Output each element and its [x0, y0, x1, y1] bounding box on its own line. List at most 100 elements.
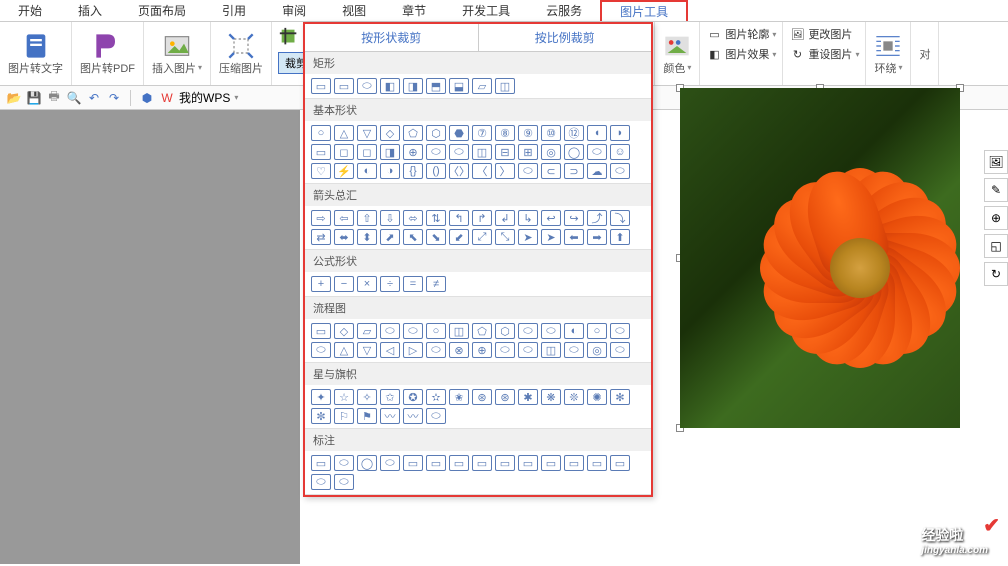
flowchart-shape-22[interactable]: ⬭: [495, 342, 515, 358]
flowchart-shape-26[interactable]: ◎: [587, 342, 607, 358]
align-group[interactable]: 对: [911, 22, 939, 85]
basic-shape-33[interactable]: (): [426, 163, 446, 179]
callouts-shape-10[interactable]: ▭: [541, 455, 561, 471]
color-group[interactable]: 颜色▾: [655, 22, 700, 85]
arrows-shape-24[interactable]: ➤: [541, 229, 561, 245]
basic-shape-15[interactable]: ◻: [334, 144, 354, 160]
stars-shape-1[interactable]: ☆: [334, 389, 354, 405]
tool-zoom-icon[interactable]: ⊕: [984, 206, 1008, 230]
basic-shape-27[interactable]: ☺: [610, 144, 630, 160]
rect-shape-6[interactable]: ⬓: [449, 78, 469, 94]
tool-pic-icon[interactable]: 🖼: [984, 150, 1008, 174]
arrows-shape-27[interactable]: ⬆: [610, 229, 630, 245]
preview-icon[interactable]: 🔍: [66, 90, 82, 106]
basic-shape-30[interactable]: ◐: [357, 163, 377, 179]
arrows-shape-2[interactable]: ⇧: [357, 210, 377, 226]
basic-shape-2[interactable]: ▽: [357, 125, 377, 141]
stars-shape-2[interactable]: ✧: [357, 389, 377, 405]
formula-shape-4[interactable]: =: [403, 276, 423, 292]
basic-shape-28[interactable]: ♡: [311, 163, 331, 179]
basic-shape-7[interactable]: ⑦: [472, 125, 492, 141]
stars-shape-5[interactable]: ✫: [426, 389, 446, 405]
flowchart-shape-27[interactable]: ⬭: [610, 342, 630, 358]
arrows-shape-23[interactable]: ➤: [518, 229, 538, 245]
open-icon[interactable]: 📂: [6, 90, 22, 106]
tool-edit-icon[interactable]: ✎: [984, 178, 1008, 202]
flowchart-shape-24[interactable]: ◫: [541, 342, 561, 358]
redo-icon[interactable]: ↷: [106, 90, 122, 106]
basic-shape-20[interactable]: ⬭: [449, 144, 469, 160]
formula-shape-3[interactable]: ÷: [380, 276, 400, 292]
tab-start[interactable]: 开始: [0, 0, 60, 21]
rect-shape-0[interactable]: ▭: [311, 78, 331, 94]
tab-view[interactable]: 视图: [324, 0, 384, 21]
basic-shape-14[interactable]: ▭: [311, 144, 331, 160]
basic-shape-19[interactable]: ⬭: [426, 144, 446, 160]
flowchart-shape-17[interactable]: ◁: [380, 342, 400, 358]
rect-shape-3[interactable]: ◧: [380, 78, 400, 94]
basic-shape-6[interactable]: ⬣: [449, 125, 469, 141]
arrows-shape-5[interactable]: ⇅: [426, 210, 446, 226]
selected-image[interactable]: [680, 88, 960, 428]
reset-pic-button[interactable]: ↻重设图片▾: [789, 46, 859, 62]
flowchart-shape-2[interactable]: ▱: [357, 323, 377, 339]
arrows-shape-8[interactable]: ↲: [495, 210, 515, 226]
stars-shape-11[interactable]: ❊: [564, 389, 584, 405]
flowchart-shape-9[interactable]: ⬭: [518, 323, 538, 339]
formula-shape-1[interactable]: −: [334, 276, 354, 292]
stars-shape-10[interactable]: ❋: [541, 389, 561, 405]
callouts-shape-6[interactable]: ▭: [449, 455, 469, 471]
arrows-shape-16[interactable]: ⬍: [357, 229, 377, 245]
tab-picture-tools[interactable]: 图片工具: [600, 0, 688, 21]
callouts-shape-14[interactable]: ⬭: [311, 474, 331, 490]
basic-shape-25[interactable]: ◯: [564, 144, 584, 160]
flowchart-shape-13[interactable]: ⬭: [610, 323, 630, 339]
arrows-shape-0[interactable]: ⇨: [311, 210, 331, 226]
arrows-shape-7[interactable]: ↱: [472, 210, 492, 226]
flowchart-shape-16[interactable]: ▽: [357, 342, 377, 358]
basic-shape-5[interactable]: ⬡: [426, 125, 446, 141]
formula-shape-0[interactable]: +: [311, 276, 331, 292]
basic-shape-29[interactable]: ⚡: [334, 163, 354, 179]
undo-icon[interactable]: ↶: [86, 90, 102, 106]
flowchart-shape-11[interactable]: ◐: [564, 323, 584, 339]
flowchart-shape-15[interactable]: △: [334, 342, 354, 358]
arrows-shape-26[interactable]: ➡: [587, 229, 607, 245]
stars-shape-18[interactable]: 〰: [403, 408, 423, 424]
callouts-shape-15[interactable]: ⬭: [334, 474, 354, 490]
stars-shape-7[interactable]: ⊛: [472, 389, 492, 405]
arrows-shape-17[interactable]: ⬈: [380, 229, 400, 245]
flowchart-shape-25[interactable]: ⬭: [564, 342, 584, 358]
flowchart-shape-21[interactable]: ⊕: [472, 342, 492, 358]
basic-shape-17[interactable]: ◨: [380, 144, 400, 160]
arrows-shape-20[interactable]: ⬋: [449, 229, 469, 245]
stars-shape-13[interactable]: ✻: [610, 389, 630, 405]
arrows-shape-3[interactable]: ⇩: [380, 210, 400, 226]
basic-shape-16[interactable]: ◻: [357, 144, 377, 160]
callouts-shape-0[interactable]: ▭: [311, 455, 331, 471]
crop-by-ratio-tab[interactable]: 按比例裁剪: [479, 24, 652, 51]
tool-rotate-icon[interactable]: ↻: [984, 262, 1008, 286]
flowchart-shape-19[interactable]: ⬭: [426, 342, 446, 358]
tab-review[interactable]: 审阅: [264, 0, 324, 21]
rect-shape-2[interactable]: ⬭: [357, 78, 377, 94]
stars-shape-6[interactable]: ✬: [449, 389, 469, 405]
tab-dev[interactable]: 开发工具: [444, 0, 528, 21]
tab-cloud[interactable]: 云服务: [528, 0, 600, 21]
rect-shape-1[interactable]: ▭: [334, 78, 354, 94]
basic-shape-1[interactable]: △: [334, 125, 354, 141]
save-icon[interactable]: 💾: [26, 90, 42, 106]
basic-shape-38[interactable]: ⊂: [541, 163, 561, 179]
flowchart-shape-20[interactable]: ⊗: [449, 342, 469, 358]
basic-shape-12[interactable]: ◖: [587, 125, 607, 141]
arrows-shape-15[interactable]: ⬌: [334, 229, 354, 245]
arrows-shape-13[interactable]: ⤵: [610, 210, 630, 226]
flowchart-shape-14[interactable]: ⬭: [311, 342, 331, 358]
basic-shape-3[interactable]: ◇: [380, 125, 400, 141]
basic-shape-24[interactable]: ◎: [541, 144, 561, 160]
tab-ref[interactable]: 引用: [204, 0, 264, 21]
stars-shape-8[interactable]: ⊛: [495, 389, 515, 405]
flowchart-shape-1[interactable]: ◇: [334, 323, 354, 339]
callouts-shape-12[interactable]: ▭: [587, 455, 607, 471]
stars-shape-3[interactable]: ✩: [380, 389, 400, 405]
